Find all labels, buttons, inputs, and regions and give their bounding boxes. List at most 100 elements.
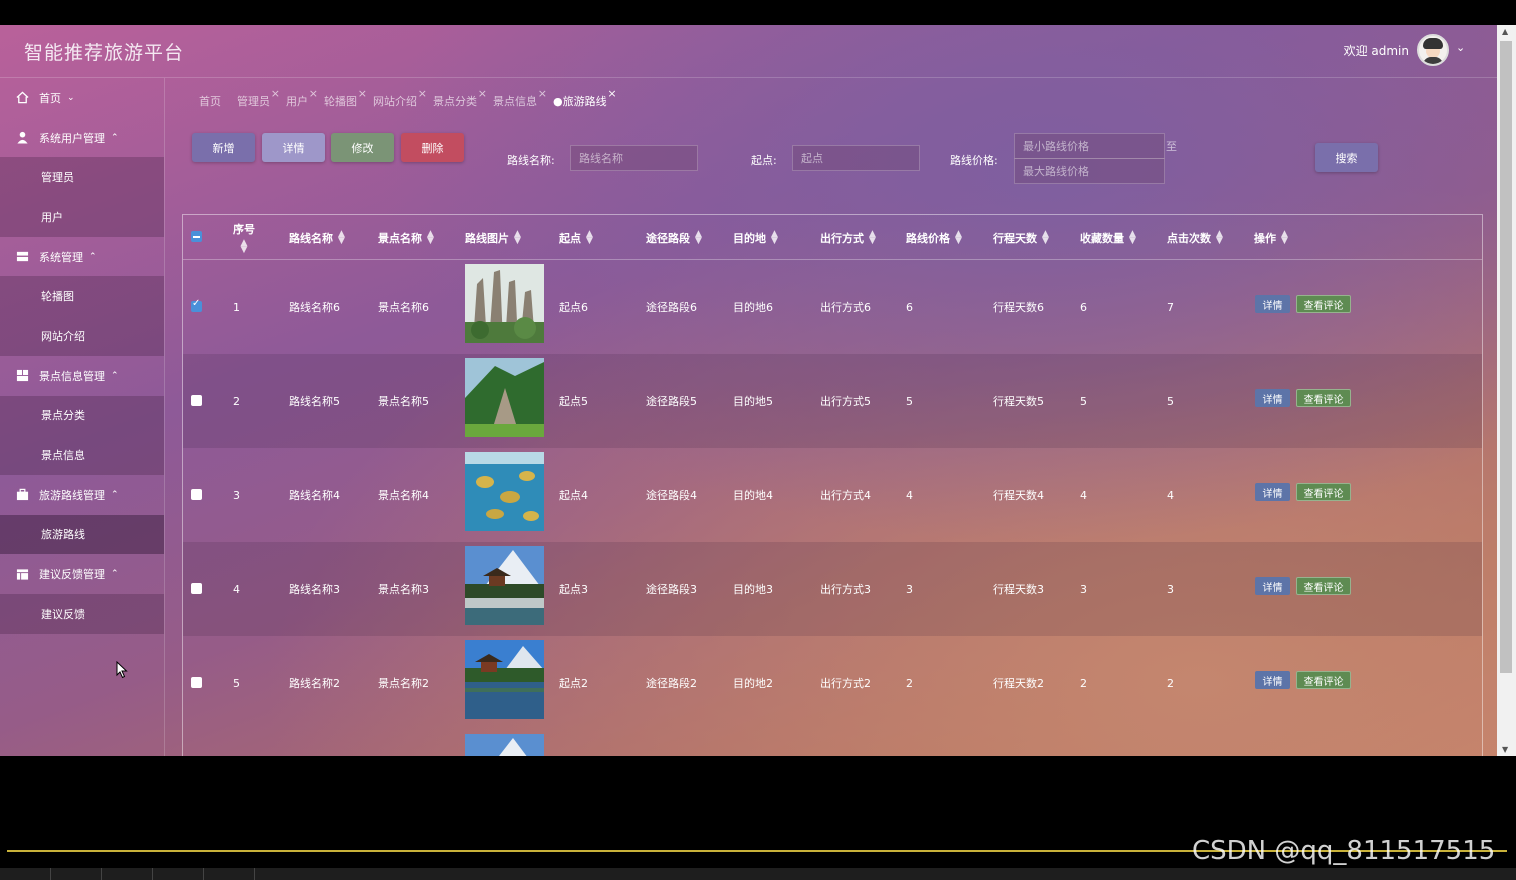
sort-icon[interactable]: ▲ ▼ bbox=[1042, 229, 1049, 245]
column-header-9[interactable]: 行程天数 ▲ ▼ bbox=[993, 215, 1049, 260]
close-icon[interactable]: × bbox=[418, 87, 427, 100]
min-price-input[interactable] bbox=[1014, 133, 1165, 159]
sort-icon[interactable]: ▲ ▼ bbox=[338, 229, 345, 245]
close-icon[interactable]: × bbox=[607, 87, 616, 100]
column-header-7[interactable]: 出行方式 ▲ ▼ bbox=[820, 215, 876, 260]
sort-icon[interactable]: ▲ ▼ bbox=[955, 229, 962, 245]
row-detail-button[interactable]: 详情 bbox=[1255, 577, 1290, 595]
tab-label: 首页 bbox=[199, 95, 221, 108]
route-image bbox=[465, 734, 544, 756]
view-comments-button[interactable]: 查看评论 bbox=[1296, 483, 1351, 501]
row-detail-button[interactable]: 详情 bbox=[1255, 483, 1290, 501]
max-price-input[interactable] bbox=[1014, 158, 1165, 184]
column-header-4[interactable]: 起点 ▲ ▼ bbox=[559, 215, 593, 260]
start-input[interactable] bbox=[792, 145, 920, 171]
edit-button[interactable]: 修改 bbox=[331, 133, 394, 162]
scroll-up-icon[interactable]: ▲ bbox=[1502, 27, 1508, 36]
detail-button[interactable]: 详情 bbox=[262, 133, 325, 162]
sidebar-group-1[interactable]: 系统用户管理 ⌃ bbox=[0, 118, 164, 158]
sidebar-item-6[interactable]: 网站介绍 bbox=[0, 316, 164, 356]
close-icon[interactable]: × bbox=[538, 87, 547, 100]
sort-icon[interactable]: ▲ ▼ bbox=[427, 229, 434, 245]
cell-days: 行程天数2 bbox=[993, 677, 1044, 690]
close-icon[interactable]: × bbox=[271, 87, 280, 100]
sidebar-item-2[interactable]: 管理员 bbox=[0, 157, 164, 198]
scrollbar-thumb[interactable] bbox=[1500, 41, 1512, 673]
close-icon[interactable]: × bbox=[478, 87, 487, 100]
cell-mode: 出行方式3 bbox=[820, 583, 871, 596]
sidebar-item-3[interactable]: 用户 bbox=[0, 197, 164, 237]
add-button[interactable]: 新增 bbox=[192, 133, 255, 162]
sidebar-group-4[interactable]: 系统管理 ⌃ bbox=[0, 237, 164, 277]
sort-icon[interactable]: ▲ ▼ bbox=[514, 229, 521, 245]
row-checkbox[interactable] bbox=[191, 489, 202, 500]
sidebar-item-9[interactable]: 景点信息 bbox=[0, 435, 164, 475]
delete-button[interactable]: 删除 bbox=[401, 133, 464, 162]
row-detail-button[interactable]: 详情 bbox=[1255, 389, 1290, 407]
sort-icon[interactable]: ▲ ▼ bbox=[869, 229, 876, 245]
close-icon[interactable]: × bbox=[309, 87, 318, 100]
route-name-input[interactable] bbox=[570, 145, 698, 171]
tab-3[interactable]: 轮播图 × bbox=[324, 87, 367, 109]
sidebar-item-13[interactable]: 建议反馈 bbox=[0, 593, 164, 634]
search-button[interactable]: 搜索 bbox=[1315, 143, 1378, 172]
close-icon[interactable]: × bbox=[358, 87, 367, 100]
vertical-scrollbar[interactable]: ▲ ▼ bbox=[1497, 25, 1516, 756]
avatar[interactable] bbox=[1417, 34, 1449, 66]
tab-6[interactable]: 景点信息 × bbox=[493, 87, 547, 109]
cell-days: 行程天数5 bbox=[993, 395, 1044, 408]
cell-price: 2 bbox=[906, 676, 913, 690]
sort-icon[interactable]: ▲ ▼ bbox=[241, 239, 248, 255]
tab-7[interactable]: ●旅游路线 × bbox=[553, 87, 617, 109]
column-header-6[interactable]: 目的地 ▲ ▼ bbox=[733, 215, 778, 260]
row-checkbox[interactable] bbox=[191, 298, 202, 312]
price-label: 路线价格: bbox=[950, 154, 998, 167]
top-bar: 智能推荐旅游平台 欢迎 admin ⌄ bbox=[0, 25, 1497, 78]
tab-0[interactable]: 首页 bbox=[199, 93, 221, 109]
sidebar-group-0[interactable]: 首页 ⌄ bbox=[0, 78, 164, 118]
scroll-down-icon[interactable]: ▼ bbox=[1502, 745, 1508, 754]
view-comments-button[interactable]: 查看评论 bbox=[1296, 671, 1351, 689]
route-image bbox=[465, 358, 544, 437]
row-detail-button[interactable]: 详情 bbox=[1255, 671, 1290, 689]
column-header-10[interactable]: 收藏数量 ▲ ▼ bbox=[1080, 215, 1136, 260]
view-comments-button[interactable]: 查看评论 bbox=[1296, 577, 1351, 595]
sidebar-item-11[interactable]: 旅游路线 bbox=[0, 514, 164, 555]
sort-icon[interactable]: ▲ ▼ bbox=[1216, 229, 1223, 245]
sort-icon[interactable]: ▲ ▼ bbox=[586, 229, 593, 245]
tab-label: 用户 bbox=[286, 95, 308, 108]
cell-fav: 4 bbox=[1080, 488, 1087, 502]
column-header-3[interactable]: 路线图片 ▲ ▼ bbox=[465, 215, 521, 260]
tab-4[interactable]: 网站介绍 × bbox=[373, 87, 427, 109]
sidebar-item-8[interactable]: 景点分类 bbox=[0, 395, 164, 436]
sort-icon[interactable]: ▲ ▼ bbox=[1129, 229, 1136, 245]
row-checkbox[interactable] bbox=[191, 583, 202, 594]
sort-icon[interactable]: ▲ ▼ bbox=[1281, 229, 1288, 245]
row-checkbox[interactable] bbox=[191, 395, 202, 406]
sort-icon[interactable]: ▲ ▼ bbox=[695, 229, 702, 245]
sidebar-item-5[interactable]: 轮播图 bbox=[0, 276, 164, 317]
column-header-12[interactable]: 操作 ▲ ▼ bbox=[1254, 215, 1288, 260]
column-header-11[interactable]: 点击次数 ▲ ▼ bbox=[1167, 215, 1223, 260]
sort-icon[interactable]: ▲ ▼ bbox=[771, 229, 778, 245]
row-detail-button[interactable]: 详情 bbox=[1255, 295, 1290, 313]
row-checkbox[interactable] bbox=[191, 677, 202, 688]
column-header-5[interactable]: 途径路段 ▲ ▼ bbox=[646, 215, 702, 260]
column-header-2[interactable]: 景点名称 ▲ ▼ bbox=[378, 215, 434, 260]
column-header-0[interactable]: 序号 ▲ ▼ bbox=[233, 215, 255, 260]
sidebar-group-12[interactable]: 建议反馈管理 ⌃ bbox=[0, 554, 164, 594]
column-header-1[interactable]: 路线名称 ▲ ▼ bbox=[289, 215, 345, 260]
chevron-down-icon[interactable]: ⌄ bbox=[1456, 41, 1465, 54]
tab-2[interactable]: 用户 × bbox=[286, 87, 318, 109]
column-header-label: 起点 bbox=[559, 231, 581, 245]
select-all-checkbox[interactable] bbox=[191, 231, 202, 242]
view-comments-button[interactable]: 查看评论 bbox=[1296, 389, 1351, 407]
sidebar-group-10[interactable]: 旅游路线管理 ⌃ bbox=[0, 475, 164, 515]
tab-5[interactable]: 景点分类 × bbox=[433, 87, 487, 109]
view-comments-button[interactable]: 查看评论 bbox=[1296, 295, 1351, 313]
sidebar-group-7[interactable]: 景点信息管理 ⌃ bbox=[0, 356, 164, 396]
column-header-8[interactable]: 路线价格 ▲ ▼ bbox=[906, 215, 962, 260]
cell-via: 途径路段4 bbox=[646, 489, 697, 502]
route-name-label: 路线名称: bbox=[507, 154, 555, 167]
tab-1[interactable]: 管理员 × bbox=[237, 87, 280, 109]
